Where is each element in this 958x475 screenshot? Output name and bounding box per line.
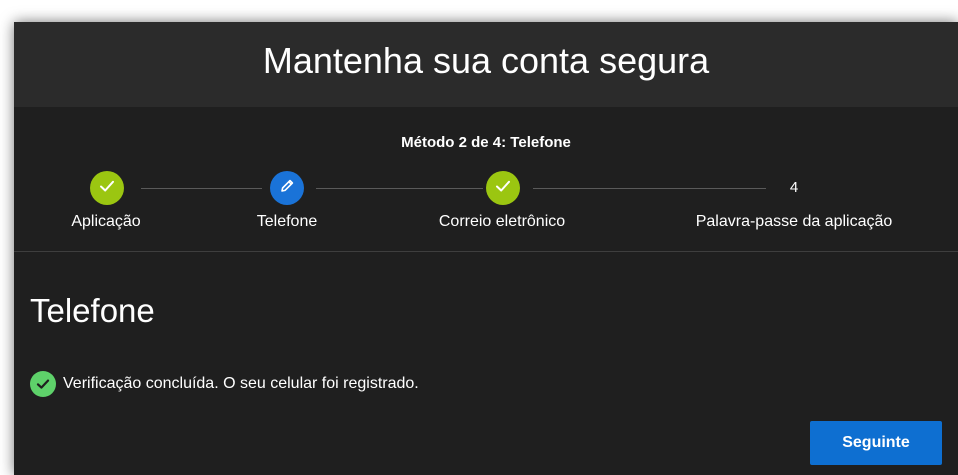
step-3-indicator <box>486 171 520 205</box>
step-1-label: Aplicação <box>71 213 141 230</box>
step-2-indicator <box>270 171 304 205</box>
step-4-number: 4 <box>789 179 799 196</box>
progress-stepper: Aplicação Telefone Correio eletrônico 4 … <box>14 22 958 262</box>
step-1-indicator <box>90 171 124 205</box>
checkmark-circle-icon <box>30 371 56 397</box>
checkmark-icon <box>98 177 116 200</box>
section-title: Telefone <box>30 292 155 329</box>
step-connector <box>141 188 262 189</box>
pencil-icon <box>278 177 296 200</box>
step-connector <box>316 188 483 189</box>
section-divider <box>14 251 958 252</box>
status-message: Verificação concluída. O seu celular foi… <box>63 375 419 392</box>
step-3-label: Correio eletrônico <box>438 213 566 230</box>
next-button[interactable]: Seguinte <box>810 421 942 465</box>
step-connector <box>533 188 766 189</box>
step-4-label: Palavra-passe da aplicação <box>695 213 893 230</box>
verification-status: Verificação concluída. O seu celular foi… <box>30 371 419 397</box>
step-2-label: Telefone <box>256 213 318 230</box>
checkmark-icon <box>494 177 512 200</box>
dialog-window: Mantenha sua conta segura Método 2 de 4:… <box>14 22 958 475</box>
